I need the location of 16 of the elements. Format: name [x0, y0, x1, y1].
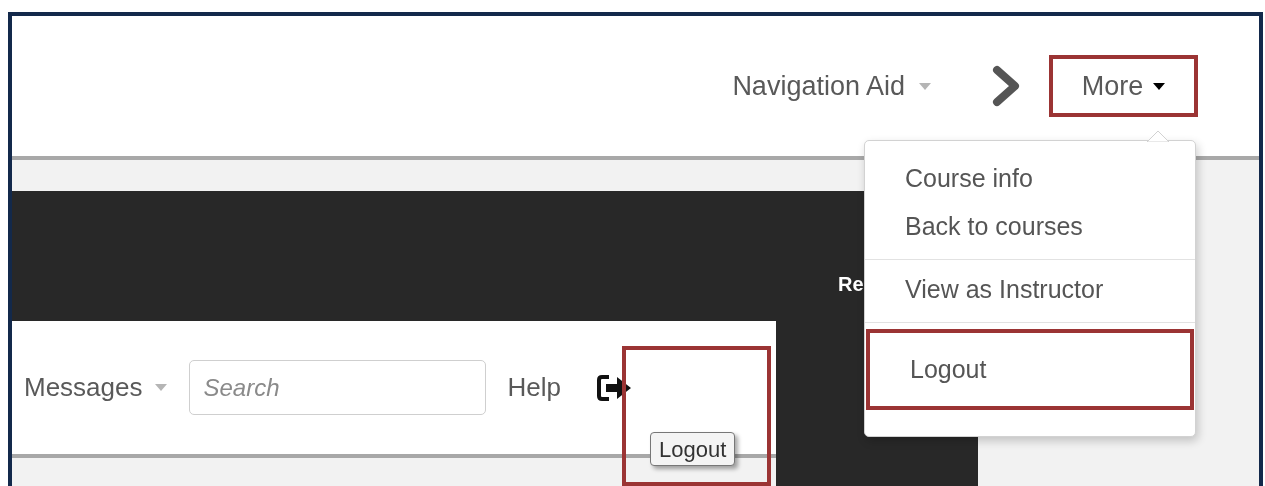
tooltip: Logout: [650, 432, 736, 466]
menu-item[interactable]: View as Instructor: [865, 266, 1195, 314]
caret-icon: [154, 384, 167, 391]
more-menu-button[interactable]: More: [1049, 55, 1198, 117]
chevron-right-icon: [991, 65, 1021, 107]
navigation-aid-menu[interactable]: Navigation Aid: [732, 65, 905, 107]
logout-icon[interactable]: [597, 373, 633, 402]
menu-item[interactable]: Logout: [866, 329, 1194, 410]
messages-menu[interactable]: Messages: [24, 368, 143, 407]
help-link[interactable]: Help: [507, 368, 561, 407]
panel-heading: Re: [838, 273, 864, 295]
caret-icon: [919, 82, 931, 90]
menu-item[interactable]: Course info: [865, 155, 1195, 203]
menu-item[interactable]: Back to courses: [865, 203, 1195, 251]
caret-icon: [1153, 82, 1166, 90]
search-field[interactable]: Search: [188, 360, 486, 415]
